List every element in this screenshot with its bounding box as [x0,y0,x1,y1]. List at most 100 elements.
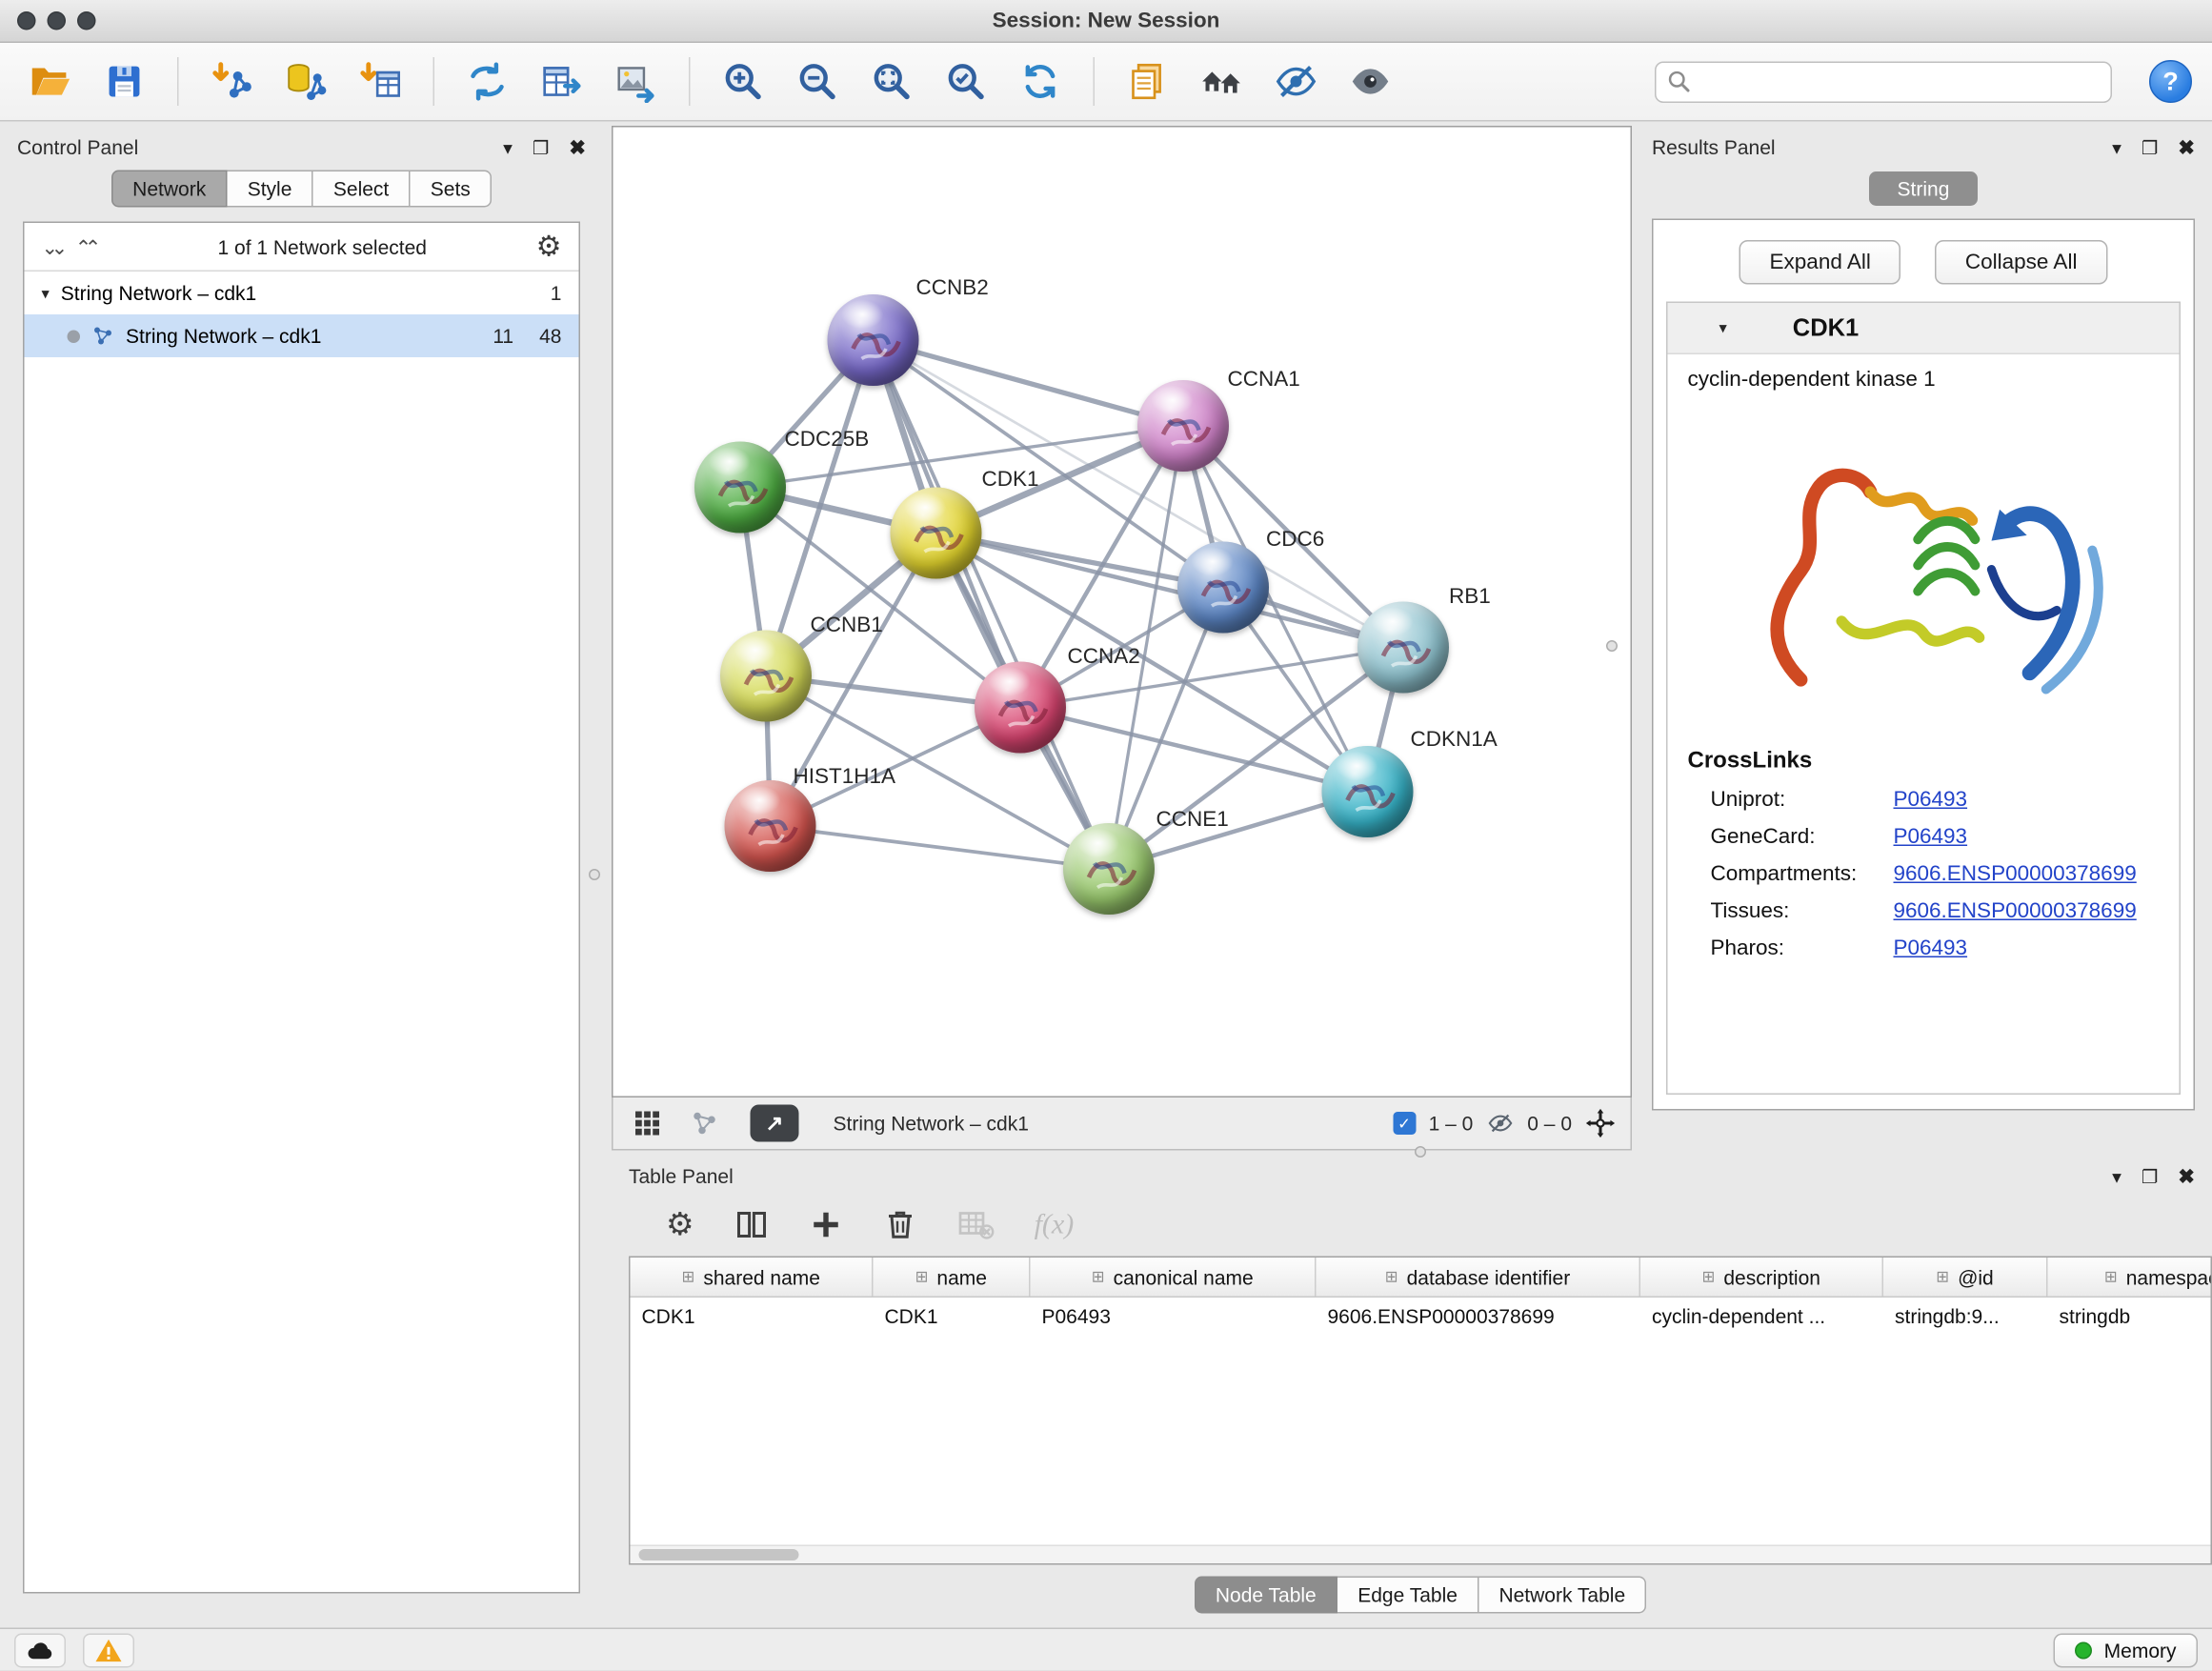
network-node[interactable] [1322,746,1414,837]
cloud-status-button[interactable] [14,1633,66,1667]
tab-string[interactable]: String [1869,171,1979,206]
network-edge[interactable] [771,826,1110,869]
column-header[interactable]: ⊞@id [1883,1258,2048,1297]
crosslink-link[interactable]: P06493 [1894,936,1968,961]
table-tabs: Node TableEdge TableNetwork Table [629,1577,2212,1614]
import-network-from-file-button[interactable] [202,50,262,113]
tab-network[interactable]: Network [111,171,228,208]
table-horizontal-scrollbar[interactable] [631,1545,2211,1564]
panel-collapse-icon[interactable]: ▾ [2112,1167,2122,1186]
delete-table-button[interactable] [957,1208,995,1242]
column-header[interactable]: ⊞canonical name [1031,1258,1317,1297]
protein-thumbnail-icon [1063,823,1155,915]
network-collection-row[interactable]: ▾ String Network – cdk1 1 [25,272,579,314]
tab-edge-table[interactable]: Edge Table [1337,1577,1478,1614]
table-row[interactable]: CDK1CDK1P064939606.ENSP00000378699cyclin… [631,1298,2211,1335]
minimize-window-button[interactable] [48,11,67,30]
column-header[interactable]: ⊞description [1640,1258,1883,1297]
network-node[interactable] [828,294,919,386]
open-session-button[interactable] [20,50,80,113]
network-canvas[interactable]: CCNB2CCNA1CDC25BCDK1CDC6RB1CCNB1CCNA2CDK… [612,126,1632,1097]
gene-section-header[interactable]: ▾ CDK1 [1668,303,2180,354]
network-edge[interactable] [874,340,1110,869]
export-network-button[interactable] [457,50,517,113]
maximize-window-button[interactable] [77,11,96,30]
tab-node-table[interactable]: Node Table [1194,1577,1337,1614]
help-button[interactable]: ? [2149,60,2192,103]
save-session-button[interactable] [94,50,154,113]
section-expander-icon[interactable]: ▾ [1719,319,1727,338]
splitter-grip[interactable] [1415,1146,1426,1158]
panel-close-icon[interactable]: ✖ [569,137,586,157]
add-column-button[interactable] [809,1208,843,1242]
delete-column-button[interactable] [883,1208,917,1242]
network-node[interactable] [1137,380,1229,472]
collapse-all-button[interactable]: Collapse All [1935,240,2107,285]
network-node[interactable] [1063,823,1155,915]
grid-view-button[interactable] [628,1105,668,1142]
crosslink-link[interactable]: P06493 [1894,825,1968,850]
import-network-from-database-button[interactable] [276,50,336,113]
expander-icon[interactable]: ▾ [42,284,50,303]
memory-button[interactable]: Memory [2054,1633,2198,1667]
crosslink-link[interactable]: P06493 [1894,788,1968,813]
network-node[interactable] [725,780,816,872]
splitter-grip[interactable] [1606,640,1618,652]
search-box[interactable] [1655,61,2112,103]
tab-select[interactable]: Select [313,171,411,208]
column-header[interactable]: ⊞database identifier [1317,1258,1641,1297]
network-node[interactable] [720,631,812,722]
zoom-selected-button[interactable] [936,50,996,113]
selected-checkbox-icon[interactable]: ✓ [1393,1112,1416,1135]
detach-view-button[interactable]: ↗ [751,1105,799,1142]
main-toolbar: ? [0,43,2212,122]
network-node[interactable] [1357,602,1449,694]
tab-sets[interactable]: Sets [411,171,493,208]
export-table-button[interactable] [532,50,592,113]
network-row-selected[interactable]: String Network – cdk1 11 48 [25,314,579,357]
search-input[interactable] [1655,61,2112,103]
tab-network-table[interactable]: Network Table [1478,1577,1646,1614]
hide-selected-button[interactable] [1266,50,1326,113]
collapse-all-icon[interactable]: ⌄⌄ [42,236,61,256]
zoom-fit-button[interactable] [862,50,922,113]
panel-float-icon[interactable]: ❐ [2142,1167,2158,1186]
network-options-gear-icon[interactable]: ⚙ [536,232,562,261]
expand-all-icon[interactable]: ⌃⌃ [75,236,94,256]
apply-function-button[interactable]: f(x) [1035,1208,1075,1241]
string-home-button[interactable] [1192,50,1252,113]
table-settings-button[interactable]: ⚙ [666,1206,694,1243]
splitter-grip[interactable] [589,869,600,880]
network-node[interactable] [694,442,786,534]
panel-close-icon[interactable]: ✖ [2178,1166,2195,1186]
panel-float-icon[interactable]: ❐ [533,138,549,157]
tab-style[interactable]: Style [228,171,313,208]
import-table-from-file-button[interactable] [351,50,411,113]
network-node[interactable] [1177,542,1269,634]
refresh-layout-button[interactable] [1011,50,1071,113]
zoom-in-button[interactable] [714,50,774,113]
duplicate-network-button[interactable] [1117,50,1177,113]
column-header[interactable]: ⊞namespac [2048,1258,2212,1297]
column-header[interactable]: ⊞name [874,1258,1031,1297]
node-table[interactable]: ⊞shared name⊞name⊞canonical name⊞databas… [629,1257,2212,1565]
close-window-button[interactable] [17,11,36,30]
show-columns-button[interactable] [734,1208,769,1242]
show-all-button[interactable] [1340,50,1400,113]
crosslink-link[interactable]: 9606.ENSP00000378699 [1894,862,2137,887]
warnings-button[interactable] [83,1633,134,1667]
pan-crosshair-icon[interactable] [1585,1108,1617,1139]
scrollbar-thumb[interactable] [639,1549,799,1560]
birdseye-view-button[interactable] [685,1105,725,1142]
network-node[interactable] [891,488,982,579]
panel-close-icon[interactable]: ✖ [2178,137,2195,157]
crosslink-link[interactable]: 9606.ENSP00000378699 [1894,899,2137,924]
panel-collapse-icon[interactable]: ▾ [503,138,513,157]
zoom-out-button[interactable] [788,50,848,113]
export-image-button[interactable] [606,50,666,113]
panel-float-icon[interactable]: ❐ [2142,138,2158,157]
expand-all-button[interactable]: Expand All [1739,240,1900,285]
panel-collapse-icon[interactable]: ▾ [2112,138,2122,157]
network-node[interactable] [975,662,1066,754]
column-header[interactable]: ⊞shared name [631,1258,874,1297]
